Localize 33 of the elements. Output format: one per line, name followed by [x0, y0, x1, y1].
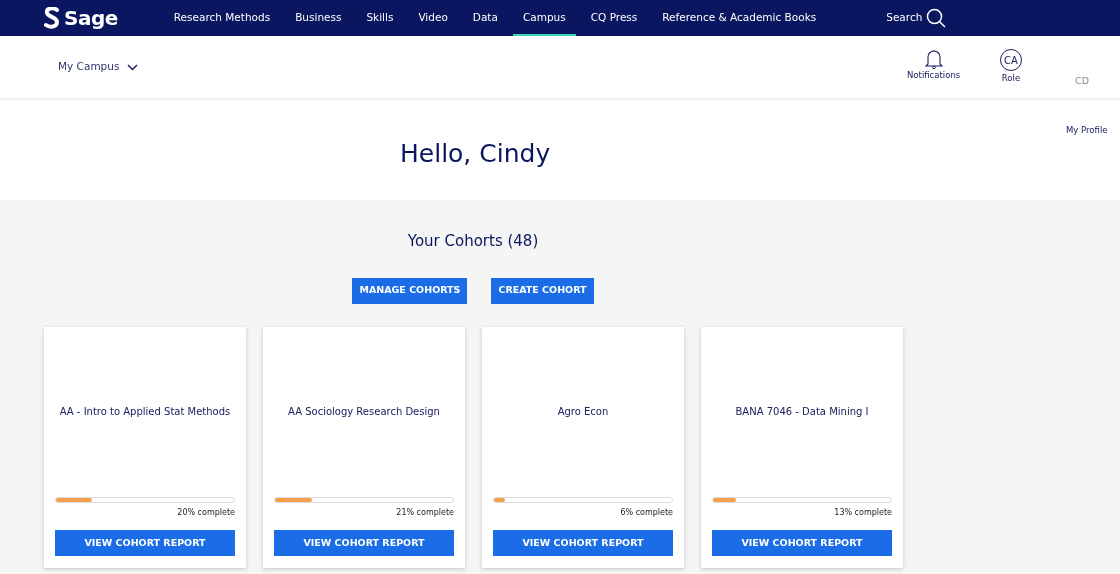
view-report-button[interactable]: VIEW COHORT REPORT — [712, 529, 892, 556]
greeting-heading: Hello, Cindy — [400, 138, 551, 170]
logo-icon — [44, 7, 60, 29]
cohorts-heading: Your Cohorts (48) — [406, 231, 540, 252]
progress-label: 13% complete — [833, 506, 892, 519]
cohort-title[interactable]: Agro Econ — [482, 326, 684, 497]
progress-label: 21% complete — [395, 506, 454, 519]
chevron-down-icon — [127, 63, 139, 71]
progress-label: 20% complete — [176, 506, 235, 519]
nav-tab[interactable]: Data — [462, 0, 508, 36]
nav-tab[interactable]: Video — [408, 0, 458, 36]
nav-tab[interactable]: Business — [285, 0, 352, 36]
progress-label: 6% complete — [619, 506, 673, 519]
search-link[interactable]: Search — [886, 8, 947, 28]
my-campus-menu[interactable]: My Campus — [58, 59, 139, 75]
profile-initials[interactable]: CD — [1075, 73, 1089, 88]
cohort-title[interactable]: AA Sociology Research Design — [263, 326, 465, 497]
nav-tab[interactable]: Research Methods — [163, 0, 281, 36]
my-profile-link[interactable]: My Profile — [1066, 124, 1108, 137]
cohort-action-button[interactable]: MANAGE COHORTS — [352, 277, 468, 304]
notifications-button[interactable]: Notifications — [907, 49, 961, 82]
bell-icon — [924, 49, 943, 69]
cohort-title[interactable]: AA - Intro to Applied Stat Methods — [44, 326, 246, 497]
brand-name[interactable]: Sage — [64, 3, 118, 33]
nav-tab[interactable]: Reference & Academic Books — [652, 0, 827, 36]
nav-tab[interactable]: Skills — [356, 0, 404, 36]
cohort-action-button[interactable]: CREATE COHORT — [491, 277, 594, 304]
cohort-title[interactable]: BANA 7046 - Data Mining I — [701, 326, 903, 497]
view-report-button[interactable]: VIEW COHORT REPORT — [274, 529, 454, 556]
view-report-button[interactable]: VIEW COHORT REPORT — [55, 529, 235, 556]
view-report-button[interactable]: VIEW COHORT REPORT — [493, 529, 673, 556]
nav-tab[interactable]: CQ Press — [580, 0, 648, 36]
search-icon — [926, 8, 947, 28]
